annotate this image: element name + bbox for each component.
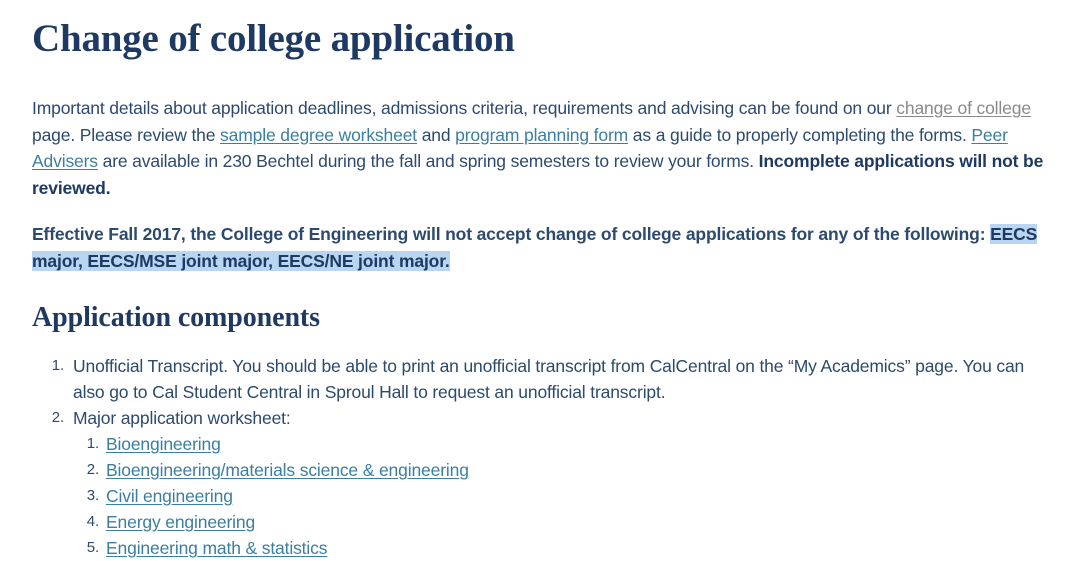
list-item: Civil engineering [85, 483, 1048, 509]
link-bioengineering[interactable]: Bioengineering [106, 434, 221, 454]
list-item: Major application worksheet: Bioengineer… [46, 405, 1048, 561]
list-item: Bioengineering/materials science & engin… [85, 457, 1048, 483]
notice-plain-text: Effective Fall 2017, the College of Engi… [32, 224, 991, 244]
list-item: Energy engineering [85, 509, 1048, 535]
link-energy-engineering[interactable]: Energy engineering [106, 512, 255, 532]
application-components-list: Unofficial Transcript. You should be abl… [32, 335, 1048, 561]
link-civil-engineering[interactable]: Civil engineering [106, 486, 233, 506]
link-program-planning-form[interactable]: program planning form [455, 125, 628, 145]
link-bioengineering-materials-science-engineering[interactable]: Bioengineering/materials science & engin… [106, 460, 469, 480]
list-item: Engineering math & statistics [85, 535, 1048, 561]
intro-text-part-3: and [416, 124, 456, 145]
intro-text-part-1: Important details about application dead… [32, 98, 897, 118]
intro-text-part-4: as a guide to properly completing the fo… [628, 124, 972, 145]
major-worksheet-list: Bioengineering Bioengineering/materials … [73, 431, 1048, 561]
document-page: Change of college application Important … [0, 0, 1080, 561]
section-heading-application-components: Application components [32, 302, 320, 333]
link-change-of-college[interactable]: change of college [896, 98, 1031, 118]
intro-text-part-2: page. Please review the [32, 124, 221, 145]
intro-text-part-5: are available in 230 Bechtel during the … [97, 151, 759, 171]
notice-paragraph: Effective Fall 2017, the College of Engi… [32, 201, 1048, 274]
intro-paragraph: Important details about application dead… [32, 62, 1048, 201]
list-item: Bioengineering [85, 431, 1048, 457]
list-item: Unofficial Transcript. You should be abl… [46, 353, 1048, 405]
link-sample-degree-worksheet[interactable]: sample degree worksheet [220, 125, 417, 145]
page-title: Change of college application [32, 17, 515, 60]
component-item-text: Unofficial Transcript. You should be abl… [73, 356, 1025, 402]
link-engineering-math-statistics[interactable]: Engineering math & statistics [106, 538, 327, 558]
component-item-text: Major application worksheet: [73, 408, 291, 428]
